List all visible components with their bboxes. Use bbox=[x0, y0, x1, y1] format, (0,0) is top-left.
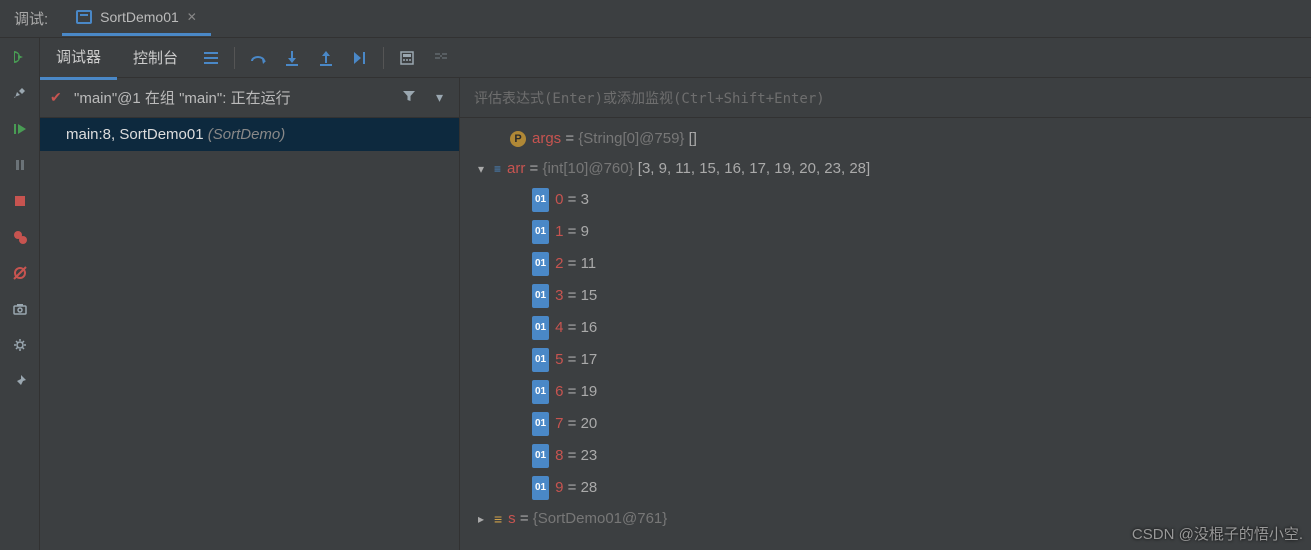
tab-debugger[interactable]: 调试器 bbox=[40, 36, 117, 80]
settings-icon[interactable] bbox=[11, 336, 29, 354]
debug-toolbar: 调试器 控制台 bbox=[40, 38, 1311, 78]
camera-icon[interactable] bbox=[11, 300, 29, 318]
int-badge-icon: 01 bbox=[532, 316, 549, 340]
file-tab-sortdemo[interactable]: SortDemo01 ✕ bbox=[62, 1, 211, 36]
frames-header: ✔ "main"@1 在组 "main": 正在运行 ▾ bbox=[40, 78, 459, 118]
evaluate-input[interactable]: 评估表达式(Enter)或添加监视(Ctrl+Shift+Enter) bbox=[460, 78, 1311, 118]
int-badge-icon: 01 bbox=[532, 380, 549, 404]
resume-icon[interactable] bbox=[11, 120, 29, 138]
variable-row[interactable]: ▸011 = 9 bbox=[460, 216, 1311, 248]
step-over-icon[interactable] bbox=[241, 43, 275, 73]
trace-icon[interactable] bbox=[424, 43, 458, 73]
variables-pane: 评估表达式(Enter)或添加监视(Ctrl+Shift+Enter) ▸Par… bbox=[460, 78, 1311, 550]
pause-icon[interactable] bbox=[11, 156, 29, 174]
modify-run-icon[interactable] bbox=[11, 84, 29, 102]
variable-row[interactable]: ▸013 = 15 bbox=[460, 280, 1311, 312]
variable-row[interactable]: ▾≡arr = {int[10]@760} [3, 9, 11, 15, 16,… bbox=[460, 154, 1311, 184]
evaluate-icon[interactable] bbox=[390, 43, 424, 73]
close-tab-icon[interactable]: ✕ bbox=[187, 10, 197, 24]
variable-row[interactable]: ▸014 = 16 bbox=[460, 312, 1311, 344]
variables-tree: ▸Pargs = {String[0]@759} []▾≡arr = {int[… bbox=[460, 118, 1311, 540]
tab-console[interactable]: 控制台 bbox=[117, 37, 194, 78]
int-badge-icon: 01 bbox=[532, 412, 549, 436]
step-into-icon[interactable] bbox=[275, 43, 309, 73]
object-badge-icon: ≡ bbox=[494, 508, 502, 530]
threads-icon[interactable] bbox=[194, 43, 228, 73]
array-badge-icon: ≡ bbox=[494, 167, 501, 172]
variable-row[interactable]: ▸012 = 11 bbox=[460, 248, 1311, 280]
left-action-rail bbox=[0, 38, 40, 550]
step-out-icon[interactable] bbox=[309, 43, 343, 73]
frames-pane: ✔ "main"@1 在组 "main": 正在运行 ▾ main:8, Sor… bbox=[40, 78, 460, 550]
int-badge-icon: 01 bbox=[532, 220, 549, 244]
watermark: CSDN @没棍子的悟小空. bbox=[1132, 523, 1303, 544]
stop-icon[interactable] bbox=[11, 192, 29, 210]
variable-row[interactable]: ▸017 = 20 bbox=[460, 408, 1311, 440]
int-badge-icon: 01 bbox=[532, 444, 549, 468]
int-badge-icon: 01 bbox=[532, 476, 549, 500]
int-badge-icon: 01 bbox=[532, 348, 549, 372]
int-badge-icon: 01 bbox=[532, 252, 549, 276]
frames-dropdown-icon[interactable]: ▾ bbox=[430, 89, 449, 106]
expand-arrow-icon[interactable]: ▸ bbox=[474, 508, 488, 530]
class-file-icon bbox=[76, 10, 92, 24]
variable-row[interactable]: ▸016 = 19 bbox=[460, 376, 1311, 408]
pin-icon[interactable] bbox=[11, 372, 29, 390]
view-breakpoints-icon[interactable] bbox=[11, 228, 29, 246]
int-badge-icon: 01 bbox=[532, 188, 549, 212]
mute-breakpoints-icon[interactable] bbox=[11, 264, 29, 282]
expand-arrow-icon[interactable]: ▾ bbox=[474, 158, 488, 180]
rerun-icon[interactable] bbox=[11, 48, 29, 66]
variable-row[interactable]: ▸018 = 23 bbox=[460, 440, 1311, 472]
filter-icon[interactable] bbox=[396, 89, 422, 106]
thread-title: "main"@1 在组 "main": 正在运行 bbox=[74, 87, 388, 108]
variable-row[interactable]: ▸Pargs = {String[0]@759} [] bbox=[460, 124, 1311, 154]
file-tab-title: SortDemo01 bbox=[100, 9, 179, 25]
frame-main-text: main:8, SortDemo01 bbox=[66, 126, 204, 143]
debug-label: 调试: bbox=[0, 8, 62, 29]
variable-row[interactable]: ▸019 = 28 bbox=[460, 472, 1311, 504]
thread-status-icon: ✔ bbox=[50, 89, 66, 106]
frame-row[interactable]: main:8, SortDemo01 (SortDemo) bbox=[40, 118, 459, 151]
variable-row[interactable]: ▸015 = 17 bbox=[460, 344, 1311, 376]
frame-source: (SortDemo) bbox=[208, 126, 286, 143]
variable-row[interactable]: ▸010 = 3 bbox=[460, 184, 1311, 216]
run-to-cursor-icon[interactable] bbox=[343, 43, 377, 73]
param-badge-icon: P bbox=[510, 131, 526, 147]
int-badge-icon: 01 bbox=[532, 284, 549, 308]
debug-tabs: 调试: SortDemo01 ✕ bbox=[0, 0, 1311, 38]
